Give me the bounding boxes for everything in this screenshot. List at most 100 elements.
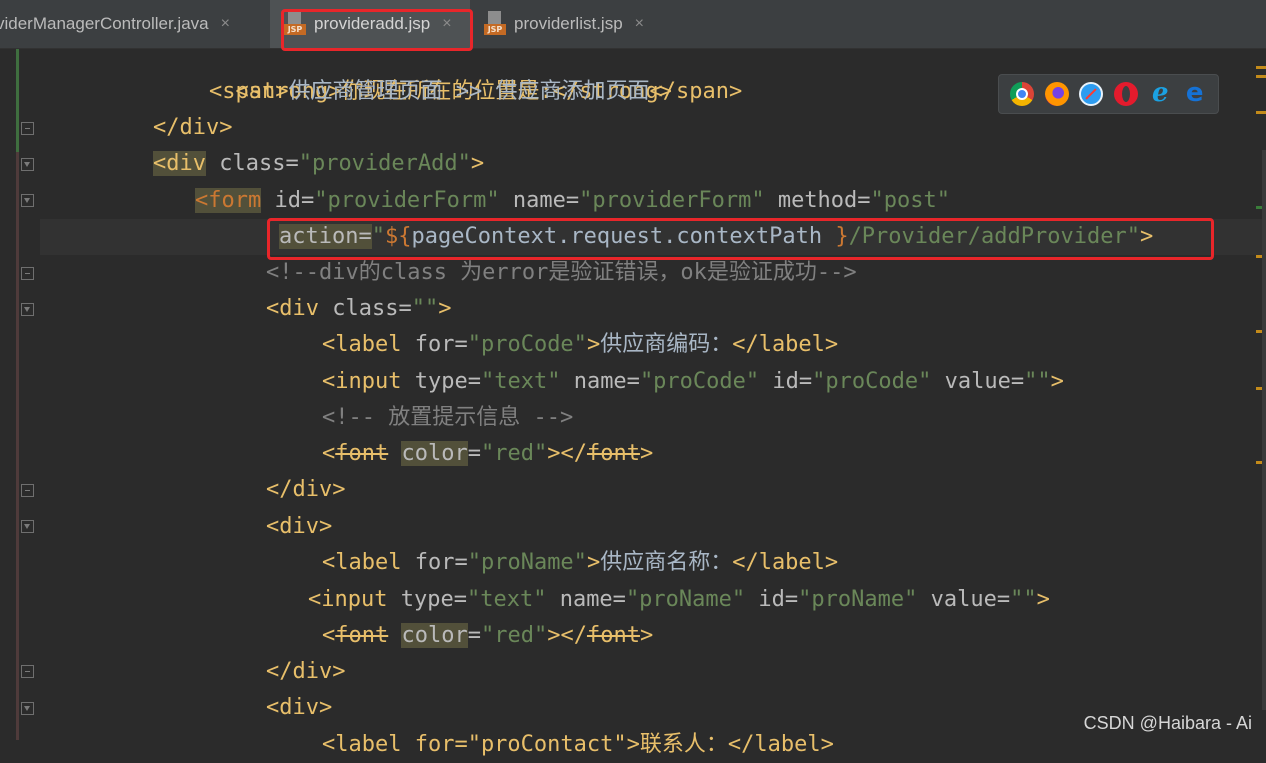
code-token: > bbox=[438, 296, 452, 321]
code-line: </div> bbox=[266, 654, 345, 690]
fold-marker-icon[interactable] bbox=[21, 122, 34, 135]
firefox-icon[interactable] bbox=[1044, 82, 1069, 106]
code-token: </label> bbox=[732, 550, 839, 575]
code-token: font bbox=[586, 441, 640, 466]
code-line: <input type="text" name="proCode" id="pr… bbox=[322, 364, 1064, 400]
close-icon[interactable]: × bbox=[221, 15, 230, 33]
code-token: type= bbox=[387, 587, 467, 612]
code-line: <input type="text" name="proName" id="pr… bbox=[308, 582, 1050, 618]
code-token: "providerAdd" bbox=[298, 151, 471, 176]
code-token: for= bbox=[401, 332, 468, 357]
code-token: for= bbox=[401, 550, 468, 575]
code-token: > bbox=[639, 623, 654, 648]
ie-icon[interactable]: e bbox=[1148, 80, 1172, 106]
tab-label: viderManagerController.java bbox=[0, 14, 209, 33]
code-token: <div> bbox=[266, 695, 333, 720]
code-token: color bbox=[401, 441, 468, 466]
code-token: "" bbox=[1024, 369, 1051, 394]
code-token: "proName" bbox=[467, 550, 587, 575]
code-token: class= bbox=[318, 296, 412, 321]
code-token: </div> bbox=[266, 659, 346, 684]
browser-preview-toolbar: e e bbox=[998, 74, 1219, 114]
code-token: </label> bbox=[732, 332, 839, 357]
fold-marker-icon[interactable] bbox=[21, 158, 34, 171]
code-line: <!--div的class 为error是验证错误，ok是验证成功--> bbox=[266, 255, 857, 291]
code-token: font bbox=[335, 623, 389, 648]
code-token: > bbox=[586, 332, 601, 357]
fold-marker-icon[interactable] bbox=[21, 267, 34, 280]
safari-icon[interactable] bbox=[1079, 82, 1104, 106]
code-token: name= bbox=[546, 587, 626, 612]
code-line: <!-- 放置提示信息 --> bbox=[322, 400, 573, 436]
code-line: <div> bbox=[266, 509, 332, 545]
code-token: "providerForm" bbox=[314, 188, 500, 213]
code-line: </div> bbox=[153, 110, 232, 146]
code-token: "proName" bbox=[798, 587, 918, 612]
code-token: "post" bbox=[870, 188, 951, 213]
fold-marker-icon[interactable] bbox=[21, 665, 34, 678]
code-token: "proCode" bbox=[812, 369, 932, 394]
code-token: "red" bbox=[480, 441, 548, 466]
code-line: <div class=""> bbox=[266, 291, 451, 327]
fold-marker-icon[interactable] bbox=[21, 484, 34, 497]
code-line: <font color="red"></font> bbox=[322, 618, 653, 654]
code-token: 供应商名称： bbox=[600, 550, 733, 575]
code-token: </div> bbox=[153, 115, 233, 140]
code-token: > bbox=[1036, 587, 1050, 612]
change-marker-bar bbox=[16, 49, 19, 740]
code-token: "red" bbox=[480, 623, 548, 648]
opera-icon[interactable] bbox=[1113, 82, 1138, 106]
code-line: <div class="providerAdd"> bbox=[153, 146, 484, 182]
close-icon[interactable]: × bbox=[635, 15, 644, 33]
code-token: ></ bbox=[547, 441, 587, 466]
code-token: > bbox=[586, 550, 601, 575]
fold-marker-icon[interactable] bbox=[21, 702, 34, 715]
chrome-icon[interactable] bbox=[1010, 82, 1035, 106]
code-token: > bbox=[639, 441, 654, 466]
code-token: id= bbox=[745, 587, 799, 612]
code-line: <label for="proName">供应商名称：</label> bbox=[322, 545, 838, 581]
stripe-mark bbox=[1256, 111, 1266, 114]
code-token: < bbox=[322, 441, 336, 466]
code-token: id= bbox=[759, 369, 813, 394]
watermark: CSDN @Haibara - Ai bbox=[1083, 713, 1252, 733]
code-token: <div bbox=[266, 296, 319, 321]
code-line: <span>供应商管理页面 >> 供应商添加页面</span> bbox=[209, 74, 742, 110]
code-line: <form id="providerForm" name="providerFo… bbox=[195, 183, 950, 219]
code-comment: <!--div的class 为error是验证错误，ok是验证成功--> bbox=[266, 260, 857, 285]
code-line: <strong>你现在所在的位置是:</strong> bbox=[209, 38, 672, 104]
code-token: id= bbox=[261, 188, 315, 213]
code-token: name= bbox=[560, 369, 640, 394]
code-comment: <!-- 放置提示信息 --> bbox=[322, 405, 574, 430]
code-token: ></ bbox=[547, 623, 587, 648]
code-token: value= bbox=[917, 587, 1011, 612]
code-token: = bbox=[467, 623, 481, 648]
code-token: <div bbox=[153, 151, 206, 176]
code-token: <label bbox=[322, 332, 402, 357]
code-token: color bbox=[401, 623, 468, 648]
code-token: </span> bbox=[649, 79, 743, 104]
code-token: <input bbox=[322, 369, 402, 394]
code-line: <div> bbox=[266, 690, 332, 726]
edge-icon[interactable]: e bbox=[1183, 80, 1207, 106]
code-token: 供应商管理页面 >> 供应商添加页面 bbox=[288, 79, 650, 104]
fold-marker-icon[interactable] bbox=[21, 303, 34, 316]
code-token: 供应商编码： bbox=[600, 332, 733, 357]
code-token: type= bbox=[401, 369, 481, 394]
code-token: class= bbox=[205, 151, 299, 176]
stripe-mark bbox=[1256, 75, 1266, 78]
tab-label: providerlist.jsp bbox=[514, 14, 623, 33]
code-token: "proCode" bbox=[467, 332, 587, 357]
code-line: </div> bbox=[266, 472, 345, 508]
code-token: "proName" bbox=[625, 587, 746, 612]
code-token: <input bbox=[308, 587, 388, 612]
fold-marker-icon[interactable] bbox=[21, 194, 34, 207]
code-token: <label for="proContact">联系人：</label> bbox=[322, 732, 834, 757]
code-token: font bbox=[586, 623, 640, 648]
code-line: <label for="proContact">联系人：</label> bbox=[322, 727, 834, 763]
fold-marker-icon[interactable] bbox=[21, 520, 34, 533]
code-token: font bbox=[335, 441, 389, 466]
scrollbar-track[interactable] bbox=[1262, 150, 1266, 710]
jsp-file-icon: JSP bbox=[484, 11, 506, 37]
code-token: "text" bbox=[466, 587, 547, 612]
